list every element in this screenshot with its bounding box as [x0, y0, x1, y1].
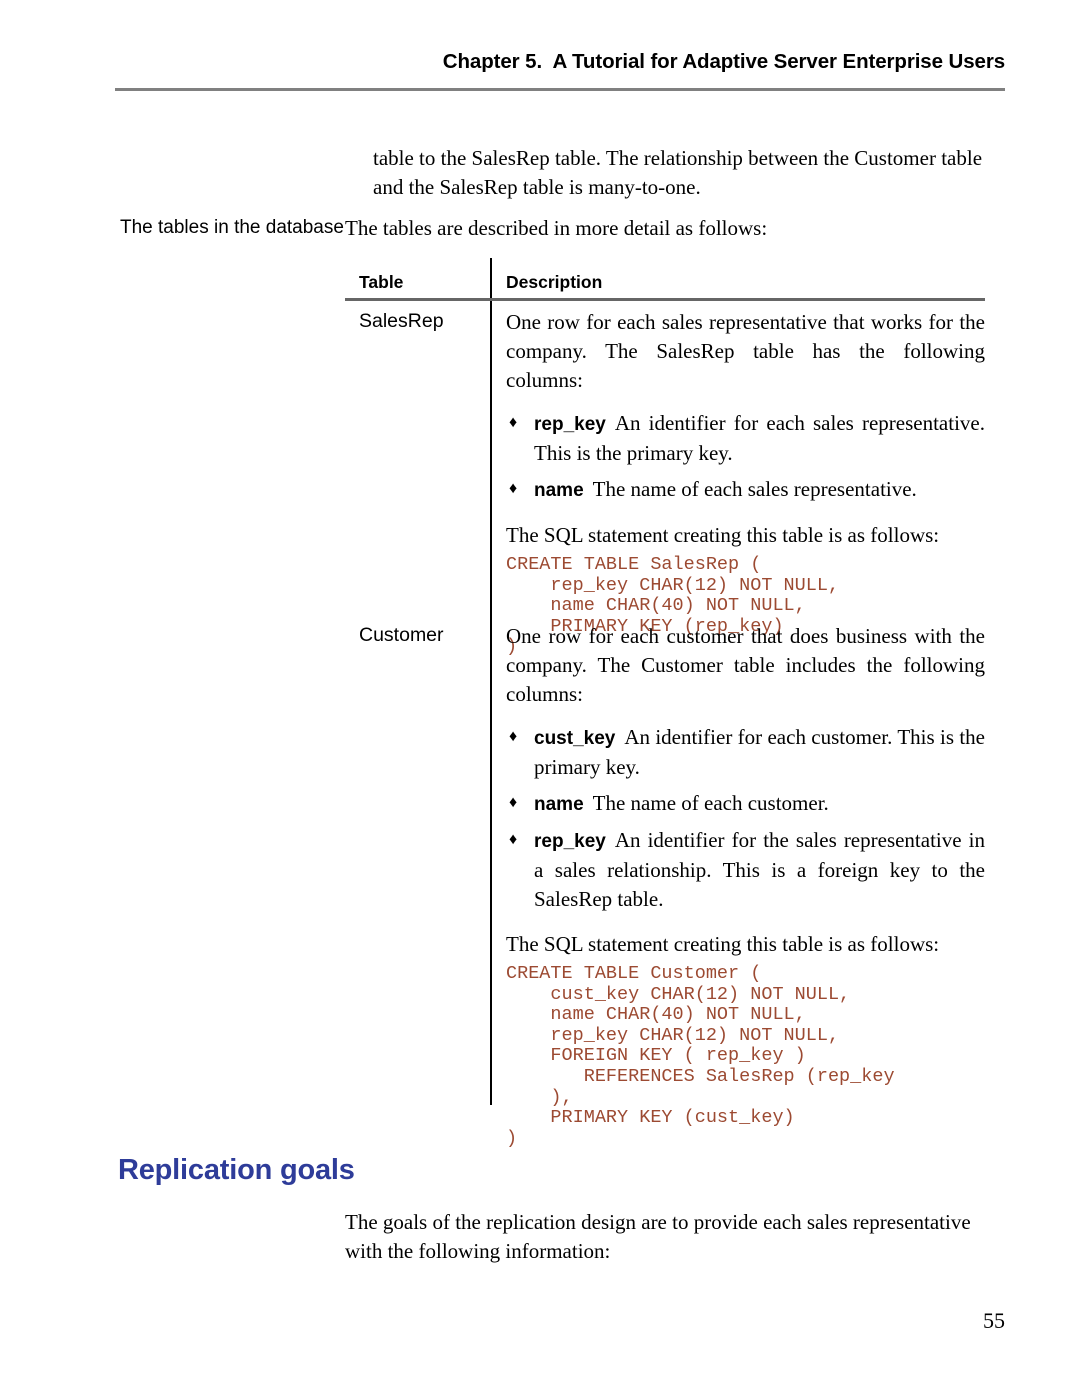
- lead-in-text: The tables are described in more detail …: [345, 216, 768, 240]
- row-description-salesrep: One row for each sales representative th…: [506, 310, 985, 392]
- margin-note-tables-in-database: The tables in the database: [120, 217, 344, 238]
- salesrep-column-list: ♦ rep_key An identifier for each sales rep…: [506, 409, 985, 505]
- table-row-label-salesrep: SalesRep: [359, 310, 444, 332]
- table-row: One row for each customer that does busi…: [506, 622, 985, 1149]
- sql-code-block-customer: CREATE TABLE Customer ( cust_key CHAR(12…: [506, 963, 895, 1149]
- header-divider-rule: [115, 88, 1005, 91]
- column-desc-name: The name of each sales representative.: [592, 477, 917, 501]
- list-item: ♦ rep_key An identifier for each sales rep…: [506, 409, 985, 468]
- intro-paragraph: table to the SalesRep table. The relatio…: [373, 144, 998, 202]
- diamond-bullet-icon: ♦: [509, 831, 518, 848]
- closing-paragraph: The goals of the replication design are …: [345, 1208, 998, 1266]
- list-item: ♦ name The name of each sales representati…: [506, 475, 985, 505]
- section-heading-replication-goals: Replication goals: [118, 1154, 355, 1186]
- table-row: One row for each sales representative th…: [506, 308, 985, 658]
- page-running-header: Chapter 5. A Tutorial for Adaptive Serve…: [442, 50, 1005, 73]
- diamond-bullet-icon: ♦: [509, 414, 518, 431]
- list-item: ♦ name The name of each customer.: [506, 789, 985, 819]
- list-item: ♦ cust_key An identifier for each customer…: [506, 723, 985, 782]
- column-term-rep-key: rep_key: [534, 414, 606, 435]
- diamond-bullet-icon: ♦: [509, 480, 518, 497]
- table-header-description: Description: [506, 272, 603, 292]
- diamond-bullet-icon: ♦: [509, 794, 518, 811]
- column-term-name: name: [534, 794, 584, 815]
- table-header-table: Table: [359, 272, 404, 292]
- intro-line-1: table to the SalesRep table. The relatio…: [373, 146, 983, 170]
- closing-line-1: The goals of the replication design are …: [345, 1210, 971, 1234]
- sql-lead-customer: The SQL statement creating this table is…: [506, 932, 940, 956]
- page-number: 55: [983, 1308, 1005, 1333]
- customer-column-list: ♦ cust_key An identifier for each customer…: [506, 723, 985, 914]
- list-item: ♦ rep_key An identifier for the sales repr…: [506, 826, 985, 914]
- intro-line-2: and the SalesRep table is many-to-one.: [373, 175, 701, 199]
- table-header-rule: [345, 298, 985, 301]
- closing-line-2: with the following information:: [345, 1239, 611, 1263]
- row-description-customer: One row for each customer that does busi…: [506, 624, 985, 706]
- column-term-rep-key: rep_key: [534, 831, 606, 852]
- column-term-cust-key: cust_key: [534, 728, 616, 749]
- sql-lead-salesrep: The SQL statement creating this table is…: [506, 523, 940, 547]
- diamond-bullet-icon: ♦: [509, 728, 518, 745]
- column-desc-name: The name of each customer.: [592, 791, 829, 815]
- table-column-divider: [490, 258, 492, 1105]
- table-row-label-customer: Customer: [359, 624, 444, 646]
- column-term-name: name: [534, 480, 584, 501]
